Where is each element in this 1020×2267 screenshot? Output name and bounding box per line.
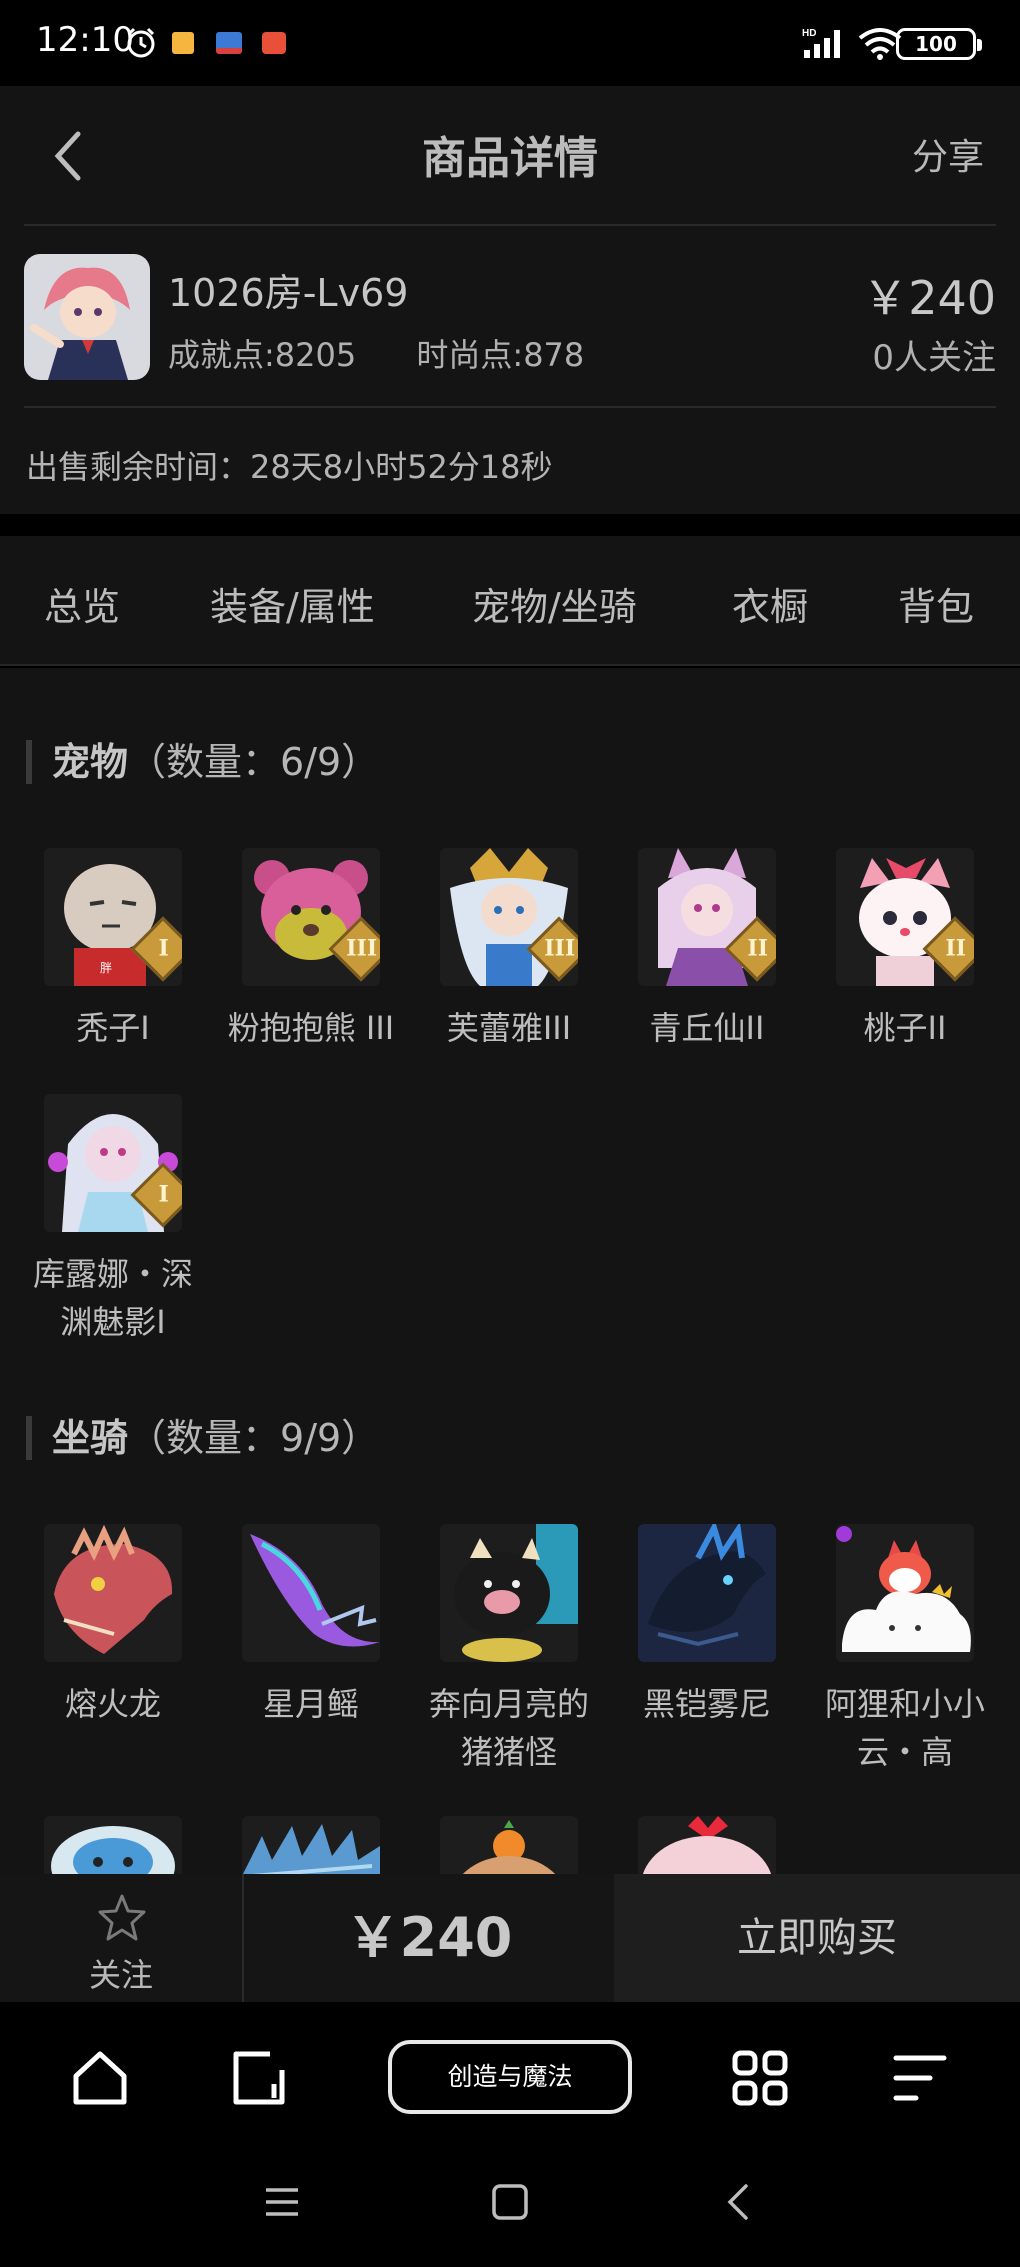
tab-overview[interactable]: 总览	[44, 576, 120, 631]
pet-item[interactable]: 胖 I 秃子I	[14, 848, 212, 1052]
room-level: 1026房-Lv69	[168, 271, 409, 315]
mounts-count: （数量：9/9）	[128, 1416, 380, 1460]
share-button[interactable]: 分享	[912, 128, 984, 180]
mount-image	[44, 1816, 182, 1874]
library-icon[interactable]	[230, 2048, 290, 2108]
mount-item[interactable]	[608, 1816, 806, 1874]
mount-image	[44, 1524, 182, 1662]
pets-title: 宠物	[52, 740, 129, 784]
mount-item[interactable]: 熔火龙	[14, 1524, 212, 1728]
achievement-points: 成就点:8205	[168, 336, 357, 374]
tab-equipment[interactable]: 装备/属性	[210, 576, 375, 631]
pet-item[interactable]: II 桃子II	[806, 848, 1004, 1052]
pet-image: 胖 I	[44, 848, 182, 986]
svg-text:HD: HD	[802, 28, 816, 39]
mount-name: 星月鳐	[262, 1685, 359, 1723]
pet-name: 粉抱抱熊 III	[227, 1009, 395, 1047]
mount-item[interactable]	[14, 1816, 212, 1874]
app-notification-icon	[216, 32, 242, 54]
follow-label: 关注	[88, 1956, 153, 1994]
divider	[24, 406, 996, 408]
pet-image: III	[440, 848, 578, 986]
product-stats: 成就点:8205 时尚点:878	[168, 330, 634, 376]
follower-count: 0人关注	[872, 338, 996, 378]
mount-item[interactable]: 阿狸和小小 云・高	[806, 1524, 1004, 1776]
mount-item[interactable]: 星月鳐	[212, 1524, 410, 1728]
page-title: 商品详情	[422, 133, 598, 184]
mount-image	[836, 1524, 974, 1662]
mount-item[interactable]	[212, 1816, 410, 1874]
mount-image	[242, 1524, 380, 1662]
product-info-card: 1026房-Lv69 成就点:8205 时尚点:878 ￥240 0人关注 出售…	[0, 224, 1020, 514]
pet-name: 库露娜・深 渊魅影I	[32, 1255, 193, 1341]
create-magic-button[interactable]: 创造与魔法	[388, 2040, 632, 2114]
alarm-icon	[127, 27, 155, 58]
mount-item[interactable]: 黑铠雾尼	[608, 1524, 806, 1728]
mount-image	[440, 1816, 578, 1874]
pet-image: I	[44, 1094, 182, 1232]
mount-name: 阿狸和小小 云・高	[824, 1685, 985, 1771]
page-header: 商品详情 分享	[0, 86, 1020, 224]
signal-icon: HD	[802, 28, 840, 58]
system-navigation	[0, 2152, 1020, 2267]
follow-button[interactable]: 关注	[0, 1874, 244, 2002]
mount-image	[638, 1524, 776, 1662]
pet-image: II	[836, 848, 974, 986]
battery-indicator: 100	[896, 28, 982, 60]
home-icon[interactable]	[70, 2048, 130, 2108]
mount-name: 奔向月亮的 猪猪怪	[428, 1685, 589, 1771]
pet-name: 芙蕾雅III	[446, 1009, 572, 1047]
mount-image	[242, 1816, 380, 1874]
mounts-section-title: 坐骑（数量：9/9）	[26, 1416, 379, 1460]
pet-name: 青丘仙II	[649, 1009, 765, 1047]
pets-count: （数量：6/9）	[128, 740, 380, 784]
mount-item[interactable]	[410, 1816, 608, 1874]
pet-item[interactable]: III 粉抱抱熊 III	[212, 848, 410, 1052]
pets-section-title: 宠物（数量：6/9）	[26, 740, 379, 784]
mount-item[interactable]: 奔向月亮的 猪猪怪	[410, 1524, 608, 1776]
home-system-icon[interactable]	[490, 2182, 530, 2222]
mounts-title: 坐骑	[52, 1416, 129, 1460]
category-tabs: 总览 装备/属性 宠物/坐骑 衣橱 背包	[0, 536, 1020, 666]
tab-backpack[interactable]: 背包	[898, 576, 974, 631]
svg-text:胖: 胖	[100, 961, 112, 975]
status-bar: 12:10 HD 100	[0, 0, 1020, 86]
recent-apps-icon[interactable]	[262, 2182, 302, 2222]
star-icon	[98, 1894, 146, 1941]
status-time: 12:10	[36, 20, 134, 60]
pet-image: III	[242, 848, 380, 986]
pet-name: 秃子I	[76, 1009, 150, 1047]
tab-pets-mounts[interactable]: 宠物/坐骑	[472, 576, 637, 631]
app-notification-icon-2	[262, 32, 286, 54]
mount-image	[440, 1524, 578, 1662]
tab-wardrobe[interactable]: 衣橱	[732, 576, 808, 631]
sale-remaining-time: 出售剩余时间：28天8小时52分18秒	[26, 448, 553, 486]
pet-item[interactable]: I 库露娜・深 渊魅影I	[14, 1094, 212, 1346]
bottom-navigation: 创造与魔法	[0, 2002, 1020, 2152]
menu-icon[interactable]	[890, 2048, 950, 2108]
buy-now-button[interactable]: 立即购买	[614, 1874, 1020, 2002]
pets-mounts-content: 宠物（数量：6/9） 胖 I 秃子I III 粉抱抱熊 III III 芙蕾雅I…	[0, 668, 1020, 1874]
mount-name: 熔火龙	[64, 1685, 161, 1723]
purchase-price: ￥240	[345, 1906, 513, 1969]
character-avatar	[24, 254, 150, 380]
mount-name: 黑铠雾尼	[642, 1685, 771, 1723]
product-price: ￥240	[862, 271, 996, 325]
purchase-bar: 关注 ￥240 立即购买	[0, 1874, 1020, 2002]
pet-image: II	[638, 848, 776, 986]
grid-icon[interactable]	[730, 2048, 790, 2108]
mount-image	[638, 1816, 776, 1874]
back-system-icon[interactable]	[718, 2182, 758, 2222]
pet-item[interactable]: II 青丘仙II	[608, 848, 806, 1052]
notification-icon	[172, 32, 194, 54]
fashion-points: 时尚点:878	[416, 336, 585, 374]
pet-item[interactable]: III 芙蕾雅III	[410, 848, 608, 1052]
pet-name: 桃子II	[863, 1009, 947, 1047]
divider	[24, 224, 996, 226]
